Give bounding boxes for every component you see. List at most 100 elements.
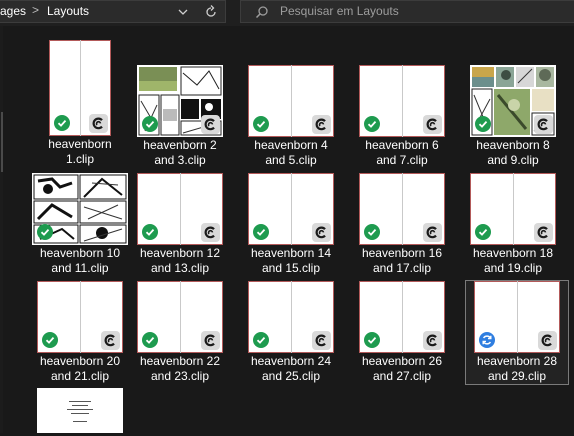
check-circle-icon bbox=[475, 224, 491, 240]
file-thumbnail bbox=[37, 388, 123, 433]
file-thumbnail bbox=[137, 281, 223, 353]
page-divider bbox=[402, 173, 403, 245]
toolbar: ages > Layouts Pesquisar em Layouts bbox=[0, 0, 574, 26]
check-circle-icon bbox=[364, 332, 380, 348]
check-circle-icon bbox=[54, 115, 70, 131]
file-item[interactable]: heavenborn 4 and 5.clip bbox=[241, 40, 341, 167]
search-input[interactable]: Pesquisar em Layouts bbox=[280, 4, 399, 18]
file-name-line2: and 5.clip bbox=[265, 153, 317, 167]
page-divider bbox=[80, 281, 81, 353]
file-item[interactable]: heavenborn 24 and 25.clip bbox=[241, 281, 341, 393]
page-divider bbox=[402, 281, 403, 353]
file-name-line2: and 19.clip bbox=[483, 261, 543, 275]
file-name-line1: heavenborn 6 bbox=[365, 138, 439, 152]
address-bar[interactable]: ages > Layouts bbox=[0, 0, 226, 23]
file-thumbnail bbox=[359, 173, 445, 245]
file-item[interactable]: heavenborn 14 and 15.clip bbox=[241, 173, 341, 285]
file-thumbnail bbox=[470, 173, 556, 245]
file-item[interactable]: heavenborn 26 and 27.clip bbox=[352, 281, 452, 393]
clip-studio-icon bbox=[423, 223, 442, 242]
file-thumbnail bbox=[137, 65, 223, 137]
file-name-line2: and 3.clip bbox=[154, 153, 206, 167]
clip-studio-icon bbox=[423, 331, 442, 350]
check-circle-icon bbox=[253, 224, 269, 240]
page-divider bbox=[180, 173, 181, 245]
check-circle-icon bbox=[364, 116, 380, 132]
file-name-line1: heavenborn 28 bbox=[476, 354, 558, 368]
file-thumbnail bbox=[248, 281, 334, 353]
check-circle-icon bbox=[253, 332, 269, 348]
file-name-line1: heavenborn 2 bbox=[143, 138, 217, 152]
file-name-line1: heavenborn 14 bbox=[250, 246, 332, 260]
file-name-line1: heavenborn 24 bbox=[250, 354, 332, 368]
file-name-line1: heavenborn 8 bbox=[476, 138, 550, 152]
clip-studio-icon bbox=[312, 115, 331, 134]
clip-studio-icon bbox=[534, 115, 553, 134]
file-name-line2: and 11.clip bbox=[51, 261, 109, 275]
file-thumbnail bbox=[359, 281, 445, 353]
file-item[interactable]: heavenborn 20 and 21.clip bbox=[30, 281, 130, 393]
check-circle-icon bbox=[142, 332, 158, 348]
search-icon[interactable] bbox=[255, 5, 269, 19]
clip-studio-icon bbox=[423, 115, 442, 134]
file-name-line2: and 17.clip bbox=[372, 261, 432, 275]
file-name-line1: heavenborn 20 bbox=[39, 354, 121, 368]
file-name-line1: heavenborn 12 bbox=[139, 246, 221, 260]
check-circle-icon bbox=[37, 224, 53, 240]
breadcrumb-previous[interactable]: ages bbox=[0, 4, 26, 18]
file-item[interactable]: heavenborn 8 and 9.clip bbox=[463, 40, 563, 167]
file-item[interactable]: heavenborn 6 and 7.clip bbox=[352, 40, 452, 167]
clip-studio-icon bbox=[89, 114, 108, 133]
file-thumbnail bbox=[32, 173, 128, 245]
file-name-line2: and 27.clip bbox=[372, 369, 432, 383]
page-divider bbox=[291, 281, 292, 353]
navigation-pane-edge bbox=[0, 26, 3, 433]
file-name-line2: and 13.clip bbox=[150, 261, 210, 275]
file-name-line2: and 7.clip bbox=[376, 153, 428, 167]
check-circle-icon bbox=[364, 224, 380, 240]
file-thumbnail bbox=[474, 281, 560, 353]
check-circle-icon bbox=[142, 116, 158, 132]
chevron-down-icon[interactable] bbox=[176, 5, 190, 19]
file-name-line2: and 21.clip bbox=[50, 369, 110, 383]
page-divider bbox=[291, 173, 292, 245]
clip-studio-icon bbox=[312, 223, 331, 242]
breadcrumb-separator[interactable]: > bbox=[32, 3, 39, 17]
clip-studio-icon bbox=[201, 331, 220, 350]
file-name-line2: and 9.clip bbox=[487, 153, 539, 167]
page-divider bbox=[402, 65, 403, 137]
file-item[interactable]: heavenborn 2 and 3.clip bbox=[130, 40, 230, 167]
clip-studio-icon bbox=[201, 223, 220, 242]
file-thumbnail bbox=[359, 65, 445, 137]
file-item[interactable]: heavenborn 1.clip bbox=[30, 40, 130, 167]
file-item[interactable]: heavenborn 18 and 19.clip bbox=[463, 173, 563, 285]
clip-studio-icon bbox=[538, 331, 557, 350]
scrollbar-thumb[interactable] bbox=[1, 112, 3, 172]
file-item[interactable]: heavenborn 28 and 29.clip bbox=[465, 280, 569, 385]
file-thumbnail bbox=[49, 40, 111, 136]
file-thumbnail bbox=[470, 65, 556, 137]
sync-icon bbox=[479, 332, 495, 348]
file-item[interactable]: heavenborn 10 and 11.clip bbox=[30, 173, 130, 285]
file-name-line1: heavenborn 10 bbox=[39, 246, 121, 260]
file-name-line1: heavenborn 22 bbox=[139, 354, 221, 368]
file-item[interactable]: heavenborn 12 and 13.clip bbox=[130, 173, 230, 285]
file-name-line2: 1.clip bbox=[65, 152, 94, 166]
file-name-line1: heavenborn 4 bbox=[254, 138, 328, 152]
clip-studio-icon bbox=[101, 331, 120, 350]
clip-studio-icon bbox=[312, 331, 331, 350]
file-name-line2: and 25.clip bbox=[261, 369, 321, 383]
breadcrumb-current[interactable]: Layouts bbox=[47, 4, 89, 18]
check-circle-icon bbox=[42, 332, 58, 348]
file-item-partial[interactable] bbox=[30, 388, 130, 433]
file-item[interactable]: heavenborn 22 and 23.clip bbox=[130, 281, 230, 393]
search-box[interactable]: Pesquisar em Layouts bbox=[240, 0, 574, 23]
page-divider bbox=[80, 40, 81, 136]
refresh-icon[interactable] bbox=[203, 4, 219, 20]
check-circle-icon bbox=[475, 116, 491, 132]
page-divider bbox=[513, 173, 514, 245]
file-name-line1: heavenborn bbox=[48, 137, 112, 151]
check-circle-icon bbox=[142, 224, 158, 240]
file-item[interactable]: heavenborn 16 and 17.clip bbox=[352, 173, 452, 285]
file-name-line2: and 23.clip bbox=[150, 369, 210, 383]
